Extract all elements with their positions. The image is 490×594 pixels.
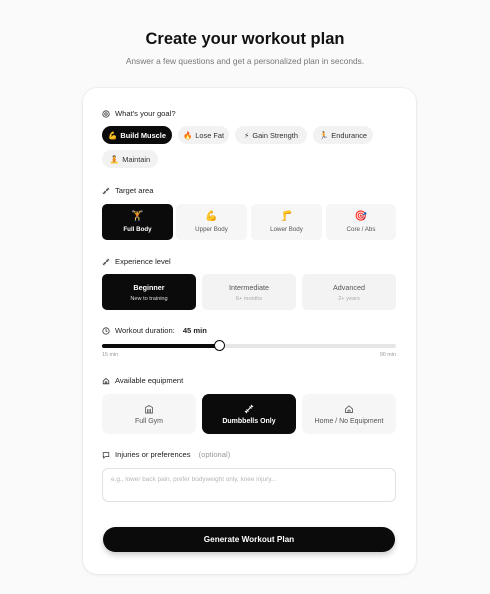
building-icon	[145, 404, 153, 413]
goal-option-label: Build Muscle	[120, 130, 166, 140]
home-icon	[345, 404, 353, 413]
injuries-section-label: Injuries or preferences (optional)	[102, 450, 230, 459]
goal-option-label: Gain Strength	[252, 130, 298, 140]
goal-option-build-muscle[interactable]: 💪 Build Muscle	[102, 126, 172, 144]
experience-section-label: Experience level	[102, 257, 171, 266]
experience-option-title: Intermediate	[229, 282, 269, 292]
duration-min-label: 15 min	[102, 352, 119, 358]
clock-icon	[102, 326, 110, 335]
chat-icon	[102, 451, 110, 459]
dumbbell-icon	[102, 258, 110, 265]
experience-option-beginner[interactable]: Beginner New to training	[102, 274, 196, 310]
duration-max-label: 90 min	[379, 352, 396, 358]
goal-option-label: Lose Fat	[195, 130, 225, 140]
target-option-full-body[interactable]: 🏋 Full Body	[102, 204, 173, 240]
injuries-input[interactable]	[102, 468, 396, 502]
equipment-option-full-gym[interactable]: Full Gym	[102, 394, 196, 434]
duration-label-text: Workout duration:	[115, 326, 175, 335]
page-title: Create your workout plan	[145, 30, 345, 48]
target-option-label: Lower Body	[270, 225, 303, 233]
generate-workout-plan-button[interactable]: Generate Workout Plan	[103, 527, 395, 552]
experience-option-subtitle: 6+ months	[235, 295, 263, 302]
duration-slider[interactable]	[102, 340, 396, 351]
target-section-label: Target area	[102, 186, 153, 195]
home-icon	[102, 377, 110, 384]
injuries-label-text: Injuries or preferences	[115, 450, 191, 459]
goal-option-gain-strength[interactable]: ⚡ Gain Strength	[235, 126, 307, 144]
target-option-lower-body[interactable]: 🦵 Lower Body	[251, 204, 322, 240]
runner-icon: 🏃	[318, 130, 329, 140]
experience-label-text: Experience level	[115, 257, 171, 266]
weightlifter-icon: 🏋	[131, 210, 144, 222]
goal-section-label: What's your goal?	[102, 109, 176, 118]
page-subtitle: Answer a few questions and get a persona…	[125, 56, 365, 66]
experience-option-subtitle: 2+ years	[338, 295, 360, 302]
experience-option-title: Advanced	[333, 282, 365, 292]
fire-icon: 🔥	[182, 130, 193, 140]
duration-slider-fill	[102, 344, 220, 348]
experience-option-title: Beginner	[133, 282, 165, 292]
leg-icon: 🦵	[280, 210, 293, 222]
target-option-label: Upper Body	[195, 225, 228, 233]
experience-option-subtitle: New to training	[130, 295, 168, 302]
dumbbell-icon	[244, 404, 254, 413]
goal-option-endurance[interactable]: 🏃 Endurance	[313, 126, 373, 144]
lightning-icon: ⚡	[244, 130, 250, 140]
target-option-core-abs[interactable]: 🎯 Core / Abs	[326, 204, 396, 240]
equipment-option-dumbbells-only[interactable]: Dumbbells Only	[202, 394, 296, 434]
equipment-section-label: Available equipment	[102, 376, 183, 385]
target-option-label: Core / Abs	[346, 225, 376, 233]
equipment-option-label: Full Gym	[135, 417, 163, 425]
target-option-upper-body[interactable]: 💪 Upper Body	[176, 204, 247, 240]
flexed-biceps-icon: 💪	[108, 130, 118, 140]
bullseye-icon: 🎯	[354, 210, 368, 222]
workout-form-card: What's your goal? 💪 Build Muscle 🔥 Lose …	[83, 88, 416, 574]
duration-section-label: Workout duration: 45 min	[102, 326, 207, 335]
optional-tag: (optional)	[198, 450, 231, 459]
equipment-label-text: Available equipment	[115, 376, 184, 385]
duration-value: 45 min	[182, 326, 207, 335]
experience-option-intermediate[interactable]: Intermediate 6+ months	[202, 274, 296, 310]
target-icon	[102, 109, 110, 118]
experience-option-advanced[interactable]: Advanced 2+ years	[302, 274, 396, 310]
target-option-label: Full Body	[123, 225, 152, 233]
equipment-option-label: Dumbbells Only	[222, 417, 276, 425]
meditation-icon: 🧘	[109, 154, 120, 164]
goal-option-lose-fat[interactable]: 🔥 Lose Fat	[178, 126, 229, 144]
target-label-text: Target area	[115, 186, 154, 195]
goal-option-label: Endurance	[331, 130, 368, 140]
goal-option-label: Maintain	[122, 154, 151, 164]
equipment-option-label: Home / No Equipment	[314, 417, 384, 425]
equipment-option-home-no-equipment[interactable]: Home / No Equipment	[302, 394, 396, 434]
goal-label-text: What's your goal?	[115, 109, 176, 118]
goal-option-maintain[interactable]: 🧘 Maintain	[102, 150, 158, 168]
duration-slider-thumb[interactable]	[214, 340, 226, 351]
flexed-biceps-icon: 💪	[205, 210, 218, 222]
dumbbell-icon	[102, 187, 110, 194]
